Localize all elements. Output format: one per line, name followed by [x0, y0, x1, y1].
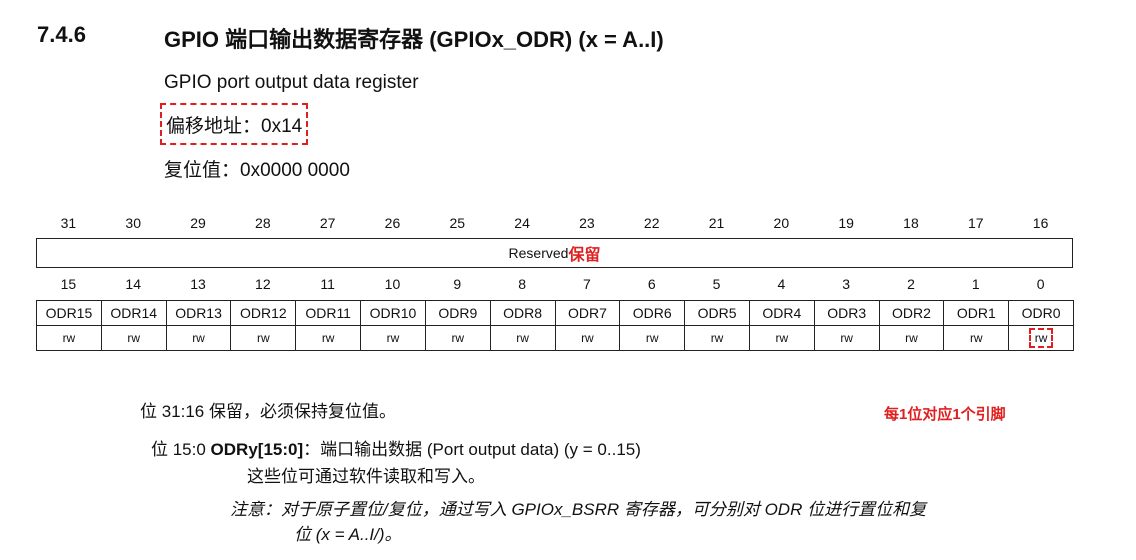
field-cell: ODR7	[554, 300, 621, 326]
bit-numbers-high: 31 30 29 28 27 26 25 24 23 22 21 20 19 18 17 16	[36, 215, 1073, 231]
odr-register-table: ODR15 ODR14 ODR13 ODR12 ODR11 ODR10 ODR9 ODR8 OD…	[36, 300, 1074, 351]
access-cell: rw	[878, 325, 945, 351]
access-row: rw rw rw rw rw rw rw rw rw rw rw rw rw rw rw rw	[36, 325, 1074, 351]
bit-number: 18	[903, 215, 919, 231]
bit-number: 26	[384, 215, 401, 231]
access-cell: rw	[813, 325, 880, 351]
field-cell: ODR13	[165, 300, 232, 326]
bit-number: 4	[777, 276, 786, 292]
access-highlight: rw	[1028, 328, 1054, 348]
field-name: ODRy[15:0]	[210, 440, 304, 459]
field-cell: ODR3	[813, 300, 880, 326]
field-cell: ODR10	[360, 300, 426, 326]
bit-number: 30	[125, 215, 141, 231]
bit-number: 21	[708, 215, 725, 231]
bit-number: 15	[60, 276, 77, 292]
access-cell: rw	[230, 325, 297, 351]
field-cell: ODR8	[489, 300, 556, 326]
bit-number: 14	[125, 276, 141, 292]
bit-number: 16	[1032, 215, 1049, 231]
access-cell: rw	[165, 325, 232, 351]
description-bits-15-0: 位 15:0 ODRy[15:0]：端口输出数据 (Port output da…	[151, 435, 641, 460]
bit-number: 9	[453, 276, 462, 292]
reserved-field: Reserved 保留	[36, 238, 1073, 268]
access-cell: rw	[36, 325, 102, 351]
bit-number: 25	[449, 215, 466, 231]
access-cell: rw	[489, 325, 556, 351]
offset-address: 偏移地址：0x14	[160, 103, 309, 145]
bit-number: 7	[583, 276, 591, 292]
field-description: ：端口输出数据 (Port output data) (y = 0..15)	[303, 440, 641, 459]
access-cell: rw	[295, 325, 362, 351]
field-cell: ODR5	[684, 300, 750, 326]
access-cell: rw	[619, 325, 686, 351]
bit-number: 1	[971, 276, 980, 292]
access-cell: rw	[1008, 325, 1074, 351]
bit-number: 22	[643, 215, 660, 231]
field-cell: ODR12	[230, 300, 297, 326]
bit-number: 29	[190, 215, 206, 231]
section-title: GPIO 端口输出数据寄存器 (GPIOx_ODR) (x = A..I)	[164, 27, 664, 52]
description-detail: 这些位可通过软件读取和写入。	[247, 467, 485, 486]
access-cell: rw	[554, 325, 621, 351]
access-cell: rw	[360, 325, 426, 351]
register-subtitle: GPIO port output data register	[164, 72, 419, 93]
reserved-label-cn: 保留	[568, 247, 601, 264]
reset-value: 复位值：0x0000 0000	[164, 160, 350, 181]
note-line-1: 注意：对于原子置位/复位，通过写入 GPIOx_BSRR 寄存器，可分别对 OD…	[230, 500, 927, 519]
field-cell: ODR11	[295, 300, 362, 326]
reserved-label: Reserved	[508, 245, 569, 261]
field-cell: ODR14	[100, 300, 167, 326]
field-cell: ODR6	[619, 300, 686, 326]
bit-number: 27	[319, 215, 336, 231]
bit-number: 12	[255, 276, 271, 292]
field-cell: ODR1	[943, 300, 1010, 326]
access-cell: rw	[943, 325, 1010, 351]
section-number: 7.4.6	[37, 22, 86, 47]
bit-number: 11	[320, 276, 335, 292]
field-cell: ODR0	[1008, 300, 1074, 326]
bit-number: 2	[907, 276, 915, 292]
field-cell: ODR15	[36, 300, 102, 326]
bit-numbers-low: 15 14 13 12 11 10 9 8 7 6 5 4 3 2 1 0	[36, 276, 1073, 292]
bit-number: 31	[60, 215, 77, 231]
note-line-2: 位 (x = A..I/)。	[294, 525, 402, 544]
access-cell: rw	[684, 325, 750, 351]
bit-number: 17	[967, 215, 984, 231]
bits-range: 位 15:0	[151, 440, 211, 459]
bit-number: 8	[518, 276, 526, 292]
bit-number: 5	[712, 276, 721, 292]
bit-number: 0	[1036, 276, 1045, 292]
bit-number: 10	[384, 276, 401, 292]
description-bits-31-16: 位 31:16 保留，必须保持复位值。	[140, 402, 396, 421]
field-row: ODR15 ODR14 ODR13 ODR12 ODR11 ODR10 ODR9 ODR8 OD…	[36, 300, 1074, 326]
bit-number: 23	[579, 215, 595, 231]
bit-number: 24	[514, 215, 530, 231]
pin-annotation: 每1位对应1个引脚	[884, 406, 1006, 423]
bit-number: 20	[773, 215, 790, 231]
bit-number: 3	[842, 276, 851, 292]
access-cell: rw	[100, 325, 167, 351]
field-cell: ODR2	[878, 300, 945, 326]
bit-number: 28	[255, 215, 271, 231]
bit-number: 19	[838, 215, 854, 231]
access-cell: rw	[748, 325, 815, 351]
field-cell: ODR4	[748, 300, 815, 326]
bit-number: 13	[190, 276, 206, 292]
access-cell: rw	[424, 325, 491, 351]
field-cell: ODR9	[424, 300, 491, 326]
bit-number: 6	[647, 276, 656, 292]
